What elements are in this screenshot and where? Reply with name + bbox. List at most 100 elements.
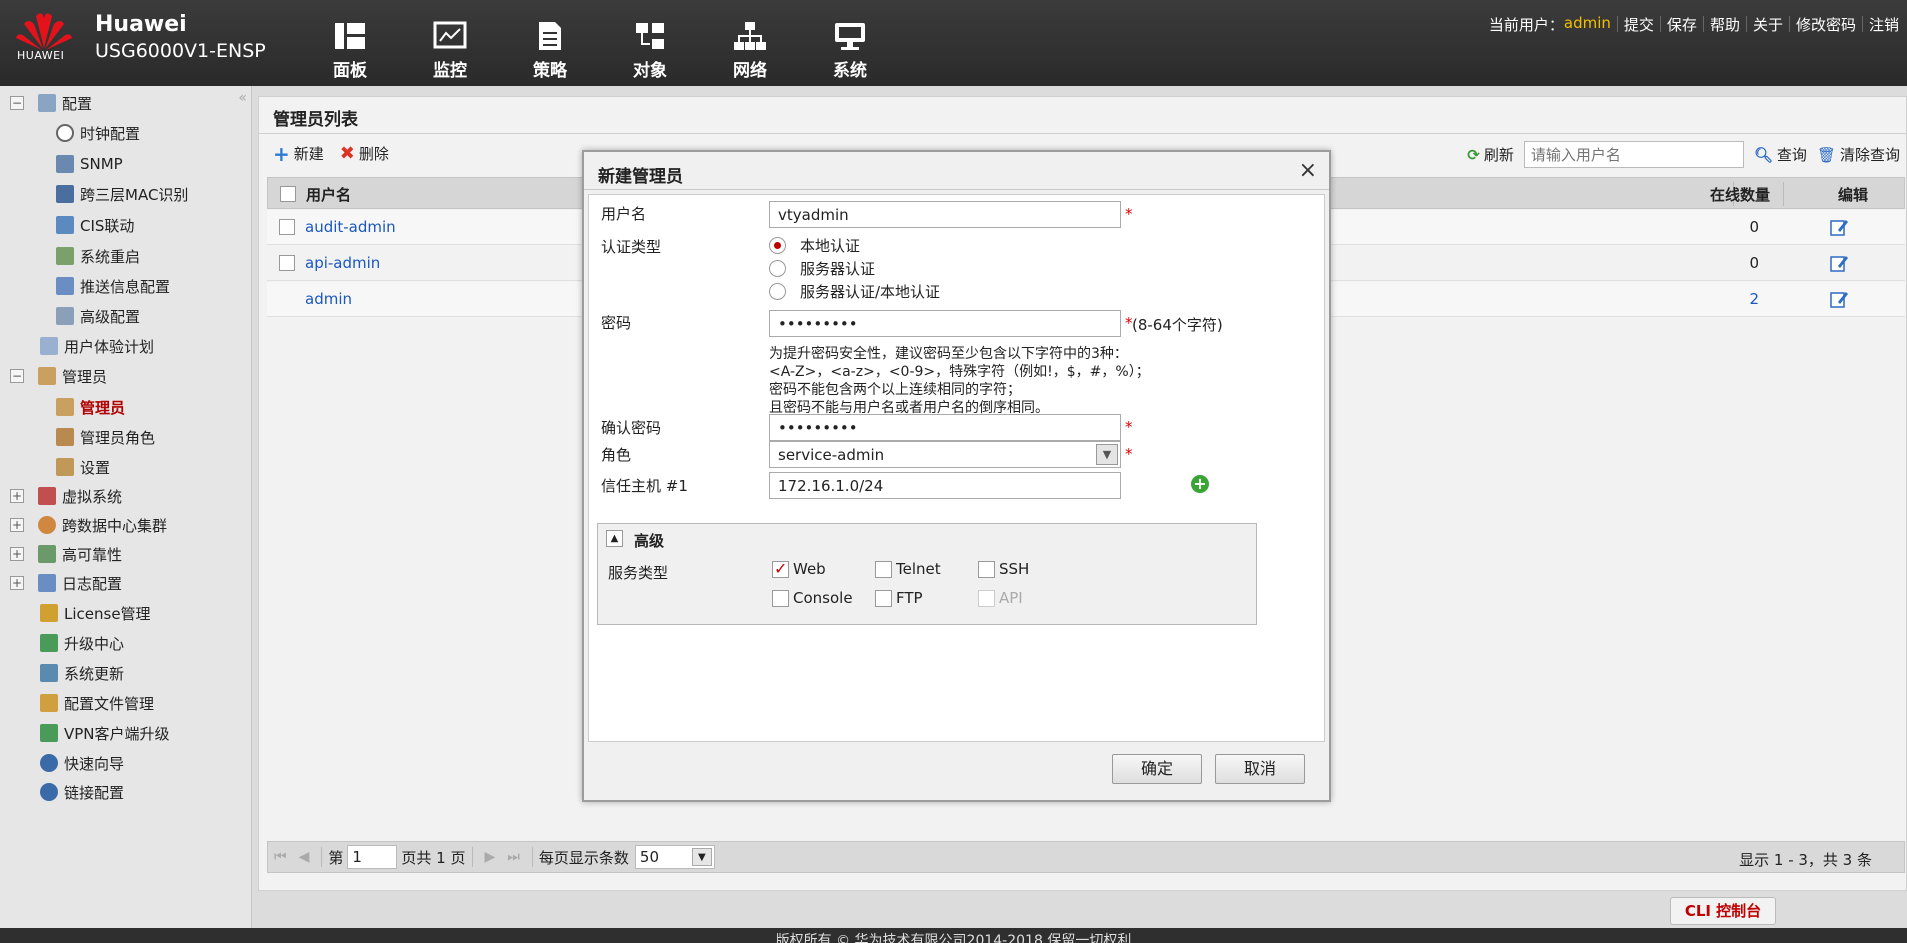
sidebar-item-settings[interactable]: 设置 <box>56 454 110 480</box>
sidebar-item-update[interactable]: 系统更新 <box>40 660 124 686</box>
sidebar-item-push[interactable]: 推送信息配置 <box>56 273 170 299</box>
row-checkbox[interactable] <box>279 219 295 235</box>
username-link[interactable]: admin <box>305 290 352 308</box>
change-password-link[interactable]: 修改密码 <box>1796 14 1856 35</box>
collapse-icon[interactable]: − <box>10 369 24 383</box>
radio-icon[interactable] <box>769 260 786 277</box>
sidebar-item-advanced[interactable]: 高级配置 <box>56 303 140 329</box>
auth-local-radio[interactable]: 本地认证 <box>769 235 860 256</box>
chevron-down-icon[interactable]: ▼ <box>691 848 712 866</box>
radio-icon[interactable] <box>769 283 786 300</box>
collapse-icon[interactable]: − <box>10 96 24 110</box>
first-page-icon[interactable]: ⏮ <box>274 849 287 865</box>
cli-console-button[interactable]: CLI 控制台 <box>1670 897 1776 925</box>
page-number-input[interactable]: 1 <box>347 845 398 869</box>
new-button[interactable]: + 新建 <box>273 143 324 164</box>
chevron-down-icon[interactable]: ▼ <box>1096 444 1118 465</box>
select-all-checkbox[interactable] <box>280 186 296 202</box>
sidebar-item-vsys[interactable]: + 虚拟系统 <box>10 483 122 509</box>
close-icon[interactable]: × <box>1299 158 1317 183</box>
sidebar-item-vpn[interactable]: VPN客户端升级 <box>40 720 170 746</box>
sidebar-item-mac[interactable]: 跨三层MAC识别 <box>56 181 188 207</box>
online-count-link[interactable]: 2 <box>1749 290 1759 308</box>
submit-link[interactable]: 提交 <box>1624 14 1654 35</box>
checkbox-icon[interactable] <box>875 560 892 578</box>
sidebar-item-cluster[interactable]: + 跨数据中心集群 <box>10 512 167 538</box>
ok-button[interactable]: 确定 <box>1112 754 1202 784</box>
service-ssh-checkbox[interactable]: SSH <box>978 560 1029 578</box>
delete-button[interactable]: ✖ 删除 <box>340 143 389 164</box>
nav-system[interactable]: 系统 <box>800 0 900 86</box>
query-button[interactable]: 🔍︎ 查询 <box>1754 144 1807 165</box>
sidebar-item-label: 跨三层MAC识别 <box>80 185 189 204</box>
last-page-icon[interactable]: ⏭ <box>507 849 520 865</box>
sidebar-item-admin[interactable]: 管理员 <box>56 394 125 420</box>
sidebar-item-reboot[interactable]: 系统重启 <box>56 243 140 269</box>
nav-dashboard[interactable]: 面板 <box>300 0 400 86</box>
nav-network[interactable]: 网络 <box>700 0 800 86</box>
edit-icon[interactable] <box>1829 217 1849 237</box>
prev-page-icon[interactable]: ◀ <box>299 849 310 865</box>
trusted-host-input[interactable]: 172.16.1.0/24 <box>769 472 1121 499</box>
username-link[interactable]: audit-admin <box>305 218 396 236</box>
auth-server-local-radio[interactable]: 服务器认证/本地认证 <box>769 281 940 302</box>
current-user-label: 当前用户： <box>1488 16 1564 34</box>
admin-user-icon <box>56 398 74 416</box>
checkbox-icon[interactable] <box>772 589 789 607</box>
username-link[interactable]: api-admin <box>305 254 380 272</box>
service-console-checkbox[interactable]: Console <box>772 589 853 607</box>
confirm-password-input[interactable]: ••••••••• <box>769 414 1121 441</box>
search-input[interactable] <box>1523 141 1744 168</box>
sidebar-item-config-file[interactable]: 配置文件管理 <box>40 690 154 716</box>
auth-server-radio[interactable]: 服务器认证 <box>769 258 875 279</box>
edit-icon[interactable] <box>1829 253 1849 273</box>
add-host-icon[interactable]: + <box>1191 475 1209 493</box>
role-select[interactable]: service-admin ▼ <box>769 441 1121 468</box>
per-page-select[interactable]: 50 ▼ <box>634 845 715 869</box>
sidebar-collapse-icon[interactable]: « <box>238 90 247 106</box>
save-link[interactable]: 保存 <box>1667 14 1697 35</box>
password-input[interactable]: ••••••••• <box>769 310 1121 337</box>
edit-icon[interactable] <box>1829 289 1849 309</box>
service-telnet-checkbox[interactable]: Telnet <box>875 560 941 578</box>
checkbox-checked-icon[interactable] <box>772 559 789 578</box>
nav-network-label: 网络 <box>733 61 767 81</box>
sidebar-item-log[interactable]: + 日志配置 <box>10 570 122 596</box>
settings-icon <box>56 458 74 476</box>
expand-icon[interactable]: + <box>10 576 24 590</box>
sidebar-item-config[interactable]: − 配置 <box>10 90 92 116</box>
sidebar-item-wizard[interactable]: 快速向导 <box>40 750 124 776</box>
refresh-button[interactable]: ⟳ 刷新 <box>1467 144 1514 165</box>
nav-object[interactable]: 对象 <box>600 0 700 86</box>
expand-icon[interactable]: + <box>10 518 24 532</box>
dashboard-icon <box>335 23 365 49</box>
row-checkbox[interactable] <box>279 255 295 271</box>
expand-icon[interactable]: + <box>10 489 24 503</box>
sidebar-item-link[interactable]: 链接配置 <box>40 779 124 805</box>
about-link[interactable]: 关于 <box>1753 14 1783 35</box>
sidebar-item-admins[interactable]: − 管理员 <box>10 363 107 389</box>
sidebar-item-ux-plan[interactable]: 用户体验计划 <box>40 333 154 359</box>
sidebar-item-clock[interactable]: 时钟配置 <box>56 120 140 146</box>
help-link[interactable]: 帮助 <box>1710 14 1740 35</box>
expand-icon[interactable]: + <box>10 547 24 561</box>
collapse-up-icon[interactable]: ▲ <box>606 530 623 547</box>
sidebar-item-upgrade[interactable]: 升级中心 <box>40 630 124 656</box>
sidebar-item-snmp[interactable]: SNMP <box>56 151 123 177</box>
clear-query-button[interactable]: 🗑︎ 清除查询 <box>1817 144 1900 165</box>
checkbox-icon[interactable] <box>875 589 892 607</box>
next-page-icon[interactable]: ▶ <box>485 849 496 865</box>
username-input[interactable]: vtyadmin <box>769 201 1121 228</box>
nav-policy[interactable]: 策略 <box>500 0 600 86</box>
checkbox-icon[interactable] <box>978 560 995 578</box>
service-web-checkbox[interactable]: Web <box>772 559 826 578</box>
sidebar-item-cis[interactable]: CIS联动 <box>56 212 134 238</box>
nav-monitor[interactable]: 监控 <box>400 0 500 86</box>
sidebar-item-license[interactable]: License管理 <box>40 600 151 626</box>
sidebar-item-admin-role[interactable]: 管理员角色 <box>56 424 155 450</box>
cancel-button[interactable]: 取消 <box>1215 754 1305 784</box>
sidebar-item-ha[interactable]: + 高可靠性 <box>10 541 122 567</box>
service-ftp-checkbox[interactable]: FTP <box>875 589 923 607</box>
logout-link[interactable]: 注销 <box>1869 14 1899 35</box>
radio-selected-icon[interactable] <box>769 237 786 254</box>
